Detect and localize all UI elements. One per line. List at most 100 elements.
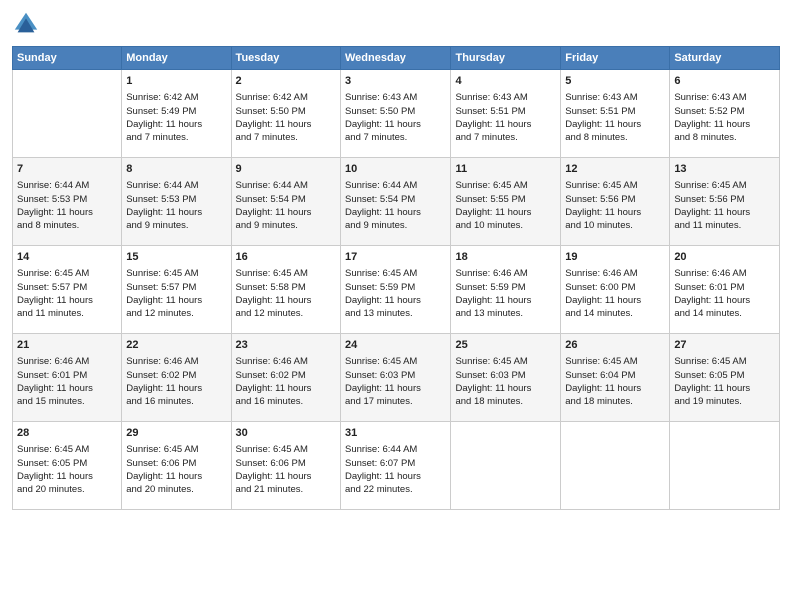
day-number: 11	[455, 162, 556, 177]
day-info: Sunrise: 6:45 AM Sunset: 6:04 PM Dayligh…	[565, 355, 665, 408]
col-header-tuesday: Tuesday	[231, 47, 340, 70]
calendar-cell: 15 Sunrise: 6:45 AM Sunset: 5:57 PM Dayli…	[122, 246, 231, 334]
calendar-cell	[13, 70, 122, 158]
day-number: 25	[455, 338, 556, 353]
day-number: 22	[126, 338, 226, 353]
day-number: 14	[17, 250, 117, 265]
calendar-cell: 17 Sunrise: 6:45 AM Sunset: 5:59 PM Dayli…	[341, 246, 451, 334]
day-number: 12	[565, 162, 665, 177]
calendar-cell: 6 Sunrise: 6:43 AM Sunset: 5:52 PM Daylig…	[670, 70, 780, 158]
day-number: 4	[455, 74, 556, 89]
day-info: Sunrise: 6:44 AM Sunset: 5:54 PM Dayligh…	[236, 179, 336, 232]
calendar-cell: 13 Sunrise: 6:45 AM Sunset: 5:56 PM Dayli…	[670, 158, 780, 246]
day-number: 5	[565, 74, 665, 89]
day-number: 29	[126, 426, 226, 441]
day-info: Sunrise: 6:44 AM Sunset: 5:53 PM Dayligh…	[17, 179, 117, 232]
week-row-5: 28 Sunrise: 6:45 AM Sunset: 6:05 PM Dayli…	[13, 422, 780, 510]
day-info: Sunrise: 6:45 AM Sunset: 6:05 PM Dayligh…	[674, 355, 775, 408]
day-info: Sunrise: 6:46 AM Sunset: 6:00 PM Dayligh…	[565, 267, 665, 320]
day-info: Sunrise: 6:43 AM Sunset: 5:51 PM Dayligh…	[565, 91, 665, 144]
day-info: Sunrise: 6:45 AM Sunset: 6:05 PM Dayligh…	[17, 443, 117, 496]
day-info: Sunrise: 6:45 AM Sunset: 5:57 PM Dayligh…	[126, 267, 226, 320]
day-info: Sunrise: 6:46 AM Sunset: 6:01 PM Dayligh…	[17, 355, 117, 408]
col-header-thursday: Thursday	[451, 47, 561, 70]
col-header-monday: Monday	[122, 47, 231, 70]
calendar-cell: 23Sunrise: 6:46 AM Sunset: 6:02 PM Dayli…	[231, 334, 340, 422]
calendar-cell: 29 Sunrise: 6:45 AM Sunset: 6:06 PM Dayli…	[122, 422, 231, 510]
logo	[12, 10, 44, 38]
day-info: Sunrise: 6:44 AM Sunset: 5:53 PM Dayligh…	[126, 179, 226, 232]
day-info: Sunrise: 6:45 AM Sunset: 6:03 PM Dayligh…	[455, 355, 556, 408]
col-header-saturday: Saturday	[670, 47, 780, 70]
week-row-1: 1 Sunrise: 6:42 AM Sunset: 5:49 PM Daylig…	[13, 70, 780, 158]
day-info: Sunrise: 6:45 AM Sunset: 5:56 PM Dayligh…	[674, 179, 775, 232]
day-info: Sunrise: 6:44 AM Sunset: 6:07 PM Dayligh…	[345, 443, 446, 496]
calendar-cell	[670, 422, 780, 510]
day-info: Sunrise: 6:46 AM Sunset: 5:59 PM Dayligh…	[455, 267, 556, 320]
day-number: 27	[674, 338, 775, 353]
day-number: 30	[236, 426, 336, 441]
day-number: 28	[17, 426, 117, 441]
day-number: 16	[236, 250, 336, 265]
week-row-2: 7 Sunrise: 6:44 AM Sunset: 5:53 PM Daylig…	[13, 158, 780, 246]
calendar-cell: 19 Sunrise: 6:46 AM Sunset: 6:00 PM Dayli…	[561, 246, 670, 334]
calendar-cell: 28 Sunrise: 6:45 AM Sunset: 6:05 PM Dayli…	[13, 422, 122, 510]
day-number: 2	[236, 74, 336, 89]
day-number: 13	[674, 162, 775, 177]
day-number: 1	[126, 74, 226, 89]
day-info: Sunrise: 6:44 AM Sunset: 5:54 PM Dayligh…	[345, 179, 446, 232]
calendar-cell: 27 Sunrise: 6:45 AM Sunset: 6:05 PM Dayli…	[670, 334, 780, 422]
day-number: 15	[126, 250, 226, 265]
day-number: 20	[674, 250, 775, 265]
calendar-cell: 1 Sunrise: 6:42 AM Sunset: 5:49 PM Daylig…	[122, 70, 231, 158]
calendar-header-row: SundayMondayTuesdayWednesdayThursdayFrid…	[13, 47, 780, 70]
calendar-cell: 21 Sunrise: 6:46 AM Sunset: 6:01 PM Dayli…	[13, 334, 122, 422]
day-info: Sunrise: 6:45 AM Sunset: 5:56 PM Dayligh…	[565, 179, 665, 232]
day-info: Sunrise: 6:45 AM Sunset: 6:06 PM Dayligh…	[126, 443, 226, 496]
day-number: 19	[565, 250, 665, 265]
day-number: 26	[565, 338, 665, 353]
day-info: Sunrise: 6:42 AM Sunset: 5:49 PM Dayligh…	[126, 91, 226, 144]
day-number: 31	[345, 426, 446, 441]
calendar-cell: 11 Sunrise: 6:45 AM Sunset: 5:55 PM Dayli…	[451, 158, 561, 246]
calendar-cell: 2 Sunrise: 6:42 AM Sunset: 5:50 PM Daylig…	[231, 70, 340, 158]
calendar-cell: 10 Sunrise: 6:44 AM Sunset: 5:54 PM Dayli…	[341, 158, 451, 246]
calendar-cell: 18Sunrise: 6:46 AM Sunset: 5:59 PM Dayli…	[451, 246, 561, 334]
day-info: Sunrise: 6:43 AM Sunset: 5:52 PM Dayligh…	[674, 91, 775, 144]
week-row-4: 21 Sunrise: 6:46 AM Sunset: 6:01 PM Dayli…	[13, 334, 780, 422]
day-number: 7	[17, 162, 117, 177]
header	[12, 10, 780, 38]
calendar-cell	[561, 422, 670, 510]
calendar-cell: 9 Sunrise: 6:44 AM Sunset: 5:54 PM Daylig…	[231, 158, 340, 246]
calendar-cell: 30Sunrise: 6:45 AM Sunset: 6:06 PM Dayli…	[231, 422, 340, 510]
calendar-cell: 12 Sunrise: 6:45 AM Sunset: 5:56 PM Dayli…	[561, 158, 670, 246]
logo-icon	[12, 10, 40, 38]
calendar-cell: 24 Sunrise: 6:45 AM Sunset: 6:03 PM Dayli…	[341, 334, 451, 422]
calendar-cell: 14Sunrise: 6:45 AM Sunset: 5:57 PM Dayli…	[13, 246, 122, 334]
calendar-table: SundayMondayTuesdayWednesdayThursdayFrid…	[12, 46, 780, 510]
day-number: 24	[345, 338, 446, 353]
day-info: Sunrise: 6:43 AM Sunset: 5:50 PM Dayligh…	[345, 91, 446, 144]
day-info: Sunrise: 6:42 AM Sunset: 5:50 PM Dayligh…	[236, 91, 336, 144]
day-info: Sunrise: 6:45 AM Sunset: 5:55 PM Dayligh…	[455, 179, 556, 232]
calendar-cell: 4Sunrise: 6:43 AM Sunset: 5:51 PM Daylig…	[451, 70, 561, 158]
day-number: 6	[674, 74, 775, 89]
calendar-cell: 5 Sunrise: 6:43 AM Sunset: 5:51 PM Daylig…	[561, 70, 670, 158]
calendar-cell: 7 Sunrise: 6:44 AM Sunset: 5:53 PM Daylig…	[13, 158, 122, 246]
calendar-cell: 25 Sunrise: 6:45 AM Sunset: 6:03 PM Dayli…	[451, 334, 561, 422]
day-number: 21	[17, 338, 117, 353]
day-number: 17	[345, 250, 446, 265]
day-number: 10	[345, 162, 446, 177]
day-info: Sunrise: 6:45 AM Sunset: 5:58 PM Dayligh…	[236, 267, 336, 320]
day-number: 9	[236, 162, 336, 177]
day-number: 8	[126, 162, 226, 177]
page-container: SundayMondayTuesdayWednesdayThursdayFrid…	[0, 0, 792, 520]
calendar-cell: 8 Sunrise: 6:44 AM Sunset: 5:53 PM Daylig…	[122, 158, 231, 246]
calendar-cell: 20 Sunrise: 6:46 AM Sunset: 6:01 PM Dayli…	[670, 246, 780, 334]
day-number: 23	[236, 338, 336, 353]
col-header-wednesday: Wednesday	[341, 47, 451, 70]
day-info: Sunrise: 6:45 AM Sunset: 5:59 PM Dayligh…	[345, 267, 446, 320]
day-info: Sunrise: 6:45 AM Sunset: 6:03 PM Dayligh…	[345, 355, 446, 408]
col-header-friday: Friday	[561, 47, 670, 70]
day-info: Sunrise: 6:46 AM Sunset: 6:01 PM Dayligh…	[674, 267, 775, 320]
